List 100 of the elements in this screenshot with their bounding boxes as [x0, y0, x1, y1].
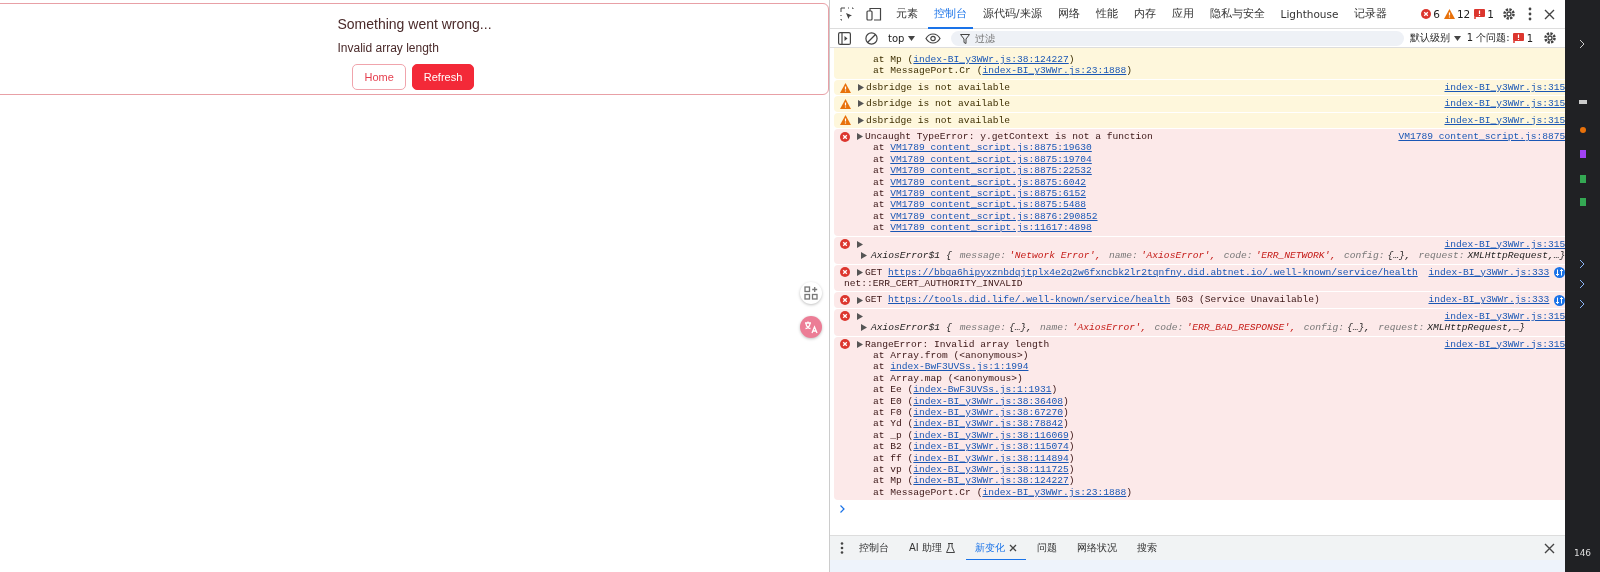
console-text: dsbridge is not available	[866, 114, 1010, 126]
console-text: dsbridge is not available	[866, 81, 1010, 93]
warning-count-text: 12	[1456, 8, 1471, 20]
drawer-tab[interactable]: 搜索	[1127, 535, 1166, 561]
panel-tab[interactable]: Lighthouse	[1274, 0, 1345, 28]
network-request-icon[interactable]	[1554, 266, 1565, 278]
console-text: )	[1068, 429, 1075, 441]
source-link[interactable]: VM1789 content_script.js:8875:6042	[890, 176, 1087, 188]
panel-tab[interactable]: 记录器	[1348, 0, 1394, 29]
source-link[interactable]: VM1789 content_script.js:8875	[1398, 131, 1565, 143]
source-link[interactable]: index-BI_y3WWr.js:333	[1428, 294, 1550, 306]
property-key: config:	[1344, 250, 1385, 262]
source-link[interactable]: index-BI_y3WWr.js:38:124227	[913, 475, 1069, 487]
error-icon	[840, 339, 850, 350]
issue-count[interactable]: 1	[1474, 8, 1494, 20]
issue-count-text: 1	[1487, 8, 1494, 20]
drawer-tab[interactable]: 控制台	[850, 535, 898, 561]
source-link[interactable]: VM1789 content_script.js:8875:19704	[890, 153, 1092, 165]
console-text: {…},	[1387, 250, 1411, 262]
console-text: at Array.from (<anonymous>)	[873, 349, 1029, 361]
panel-tab[interactable]: 控制台	[928, 0, 973, 29]
source-link[interactable]: index-BI_y3WWr.js:38:114894	[913, 452, 1069, 464]
console-text: at Yd (	[873, 418, 914, 430]
drawer-tab[interactable]: 网络状况	[1067, 535, 1126, 561]
source-link[interactable]: VM1789 content_script.js:8875:22532	[890, 165, 1092, 177]
console-text: at vp (	[873, 464, 914, 475]
source-link[interactable]: index-BI_y3WWr.js:38:116069	[913, 429, 1069, 441]
expand-triangle-icon	[858, 84, 864, 91]
device-icon	[866, 7, 882, 21]
error-count[interactable]: 6	[1421, 8, 1440, 20]
source-link[interactable]: index-BI_y3WWr.js:315	[1444, 310, 1565, 323]
panel-tab[interactable]: 隐私与安全	[1203, 0, 1271, 29]
property-key: request:	[1378, 322, 1425, 334]
source-link[interactable]: index-BI_y3WWr.js:315	[1444, 238, 1565, 251]
filter-icon	[960, 33, 971, 44]
context-dropdown[interactable]: top	[888, 32, 916, 44]
drawer-tab[interactable]: AI 助理	[900, 535, 964, 561]
console-text: )	[1068, 475, 1075, 487]
string-value: 'ERR_NETWORK',	[1255, 250, 1337, 262]
source-link[interactable]: index-BI_y3WWr.js:38:111725	[913, 464, 1069, 475]
close-icon[interactable]	[1008, 543, 1017, 552]
issues-button[interactable]: 1 个问题: 1	[1466, 31, 1533, 45]
console-text: 503 (Service Unavailable)	[1174, 294, 1320, 306]
source-link[interactable]: index-BI_y3WWr.js:38:67270	[913, 406, 1063, 418]
more-vertical-icon	[1528, 7, 1532, 21]
dropdown-caret-icon	[1453, 35, 1461, 41]
console-text: at	[873, 165, 886, 177]
apps-grid-button[interactable]	[800, 282, 822, 304]
console-text: at ff (	[873, 452, 914, 464]
source-link[interactable]: index-BI_y3WWr.js:315	[1444, 98, 1565, 110]
source-link[interactable]: VM1789 content_script.js:8876:290852	[890, 210, 1098, 222]
settings-icon	[1502, 7, 1516, 21]
source-link[interactable]: index-BI_y3WWr.js:38:36408	[913, 395, 1063, 407]
panel-tab[interactable]: 应用	[1165, 0, 1200, 29]
expand-triangle-icon	[857, 133, 863, 141]
inspect-cursor-icon	[840, 7, 854, 21]
panel-tab[interactable]: 源代码/来源	[977, 0, 1048, 29]
source-link[interactable]: index-BI_y3WWr.js:38:115074	[913, 441, 1069, 453]
panel-tab[interactable]: 性能	[1089, 0, 1124, 29]
source-link[interactable]: index-BwF3UVSs.js:1:1994	[890, 361, 1029, 373]
log-level-dropdown[interactable]: 默认级别	[1409, 31, 1461, 45]
source-link[interactable]: VM1789 content_script.js:11617:4898	[890, 222, 1092, 234]
source-link[interactable]: https://tools.did.life/.well-known/service/health	[888, 294, 1171, 306]
property-key: code:	[1154, 322, 1184, 334]
source-link[interactable]: index-BwF3UVSs.js:1:1931	[913, 384, 1052, 396]
console-text: {	[946, 250, 952, 262]
source-link[interactable]: index-BI_y3WWr.js:315	[1444, 338, 1565, 350]
close-icon	[1544, 542, 1555, 554]
drawer-tab[interactable]: 问题	[1027, 535, 1066, 561]
panel-tab[interactable]: 内存	[1127, 0, 1162, 29]
console-text: )	[1126, 65, 1133, 77]
error-icon	[840, 295, 850, 305]
warning-count[interactable]: 12	[1443, 8, 1471, 20]
close-icon	[1544, 8, 1555, 20]
refresh-button[interactable]: Refresh	[411, 64, 475, 90]
home-button[interactable]: Home	[352, 64, 406, 90]
source-link[interactable]: index-BI_y3WWr.js:38:124227	[913, 54, 1069, 65]
settings-icon	[1543, 31, 1557, 45]
console-text: at	[873, 199, 886, 211]
source-link[interactable]: index-BI_y3WWr.js:23:1888	[982, 65, 1127, 77]
source-link[interactable]: index-BI_y3WWr.js:38:78842	[913, 418, 1063, 430]
source-link[interactable]: index-BI_y3WWr.js:315	[1444, 114, 1565, 127]
source-link[interactable]: VM1789 content_script.js:8875:5488	[890, 199, 1087, 211]
console-text: …}	[1513, 322, 1526, 334]
error-icon	[840, 131, 850, 142]
panel-tab[interactable]: 网络	[1051, 0, 1086, 29]
source-link[interactable]: VM1789 content_script.js:8875:6152	[890, 188, 1087, 200]
panel-tab[interactable]: 元素	[890, 0, 924, 29]
source-link[interactable]: index-BI_y3WWr.js:23:1888	[982, 486, 1127, 498]
source-link[interactable]: index-BI_y3WWr.js:333	[1428, 266, 1550, 278]
translate-icon	[804, 320, 818, 334]
filter-field[interactable]: 过滤	[951, 30, 1404, 46]
network-request-icon[interactable]	[1554, 294, 1565, 306]
console-text: RangeError: Invalid array length	[865, 338, 1050, 350]
source-link[interactable]: VM1789 content_script.js:8875:19630	[890, 142, 1092, 154]
source-link[interactable]: https://bbqa6hipyxznbdqjtplx4e2q2w6fxncbk2lr2tqnfny.did.abtnet.io/.well-known/service/health	[888, 266, 1418, 278]
translate-button[interactable]	[800, 316, 822, 338]
source-link[interactable]: index-BI_y3WWr.js:315	[1444, 81, 1565, 94]
issue-flag-icon	[1474, 9, 1486, 19]
console-text: )	[1068, 464, 1075, 475]
